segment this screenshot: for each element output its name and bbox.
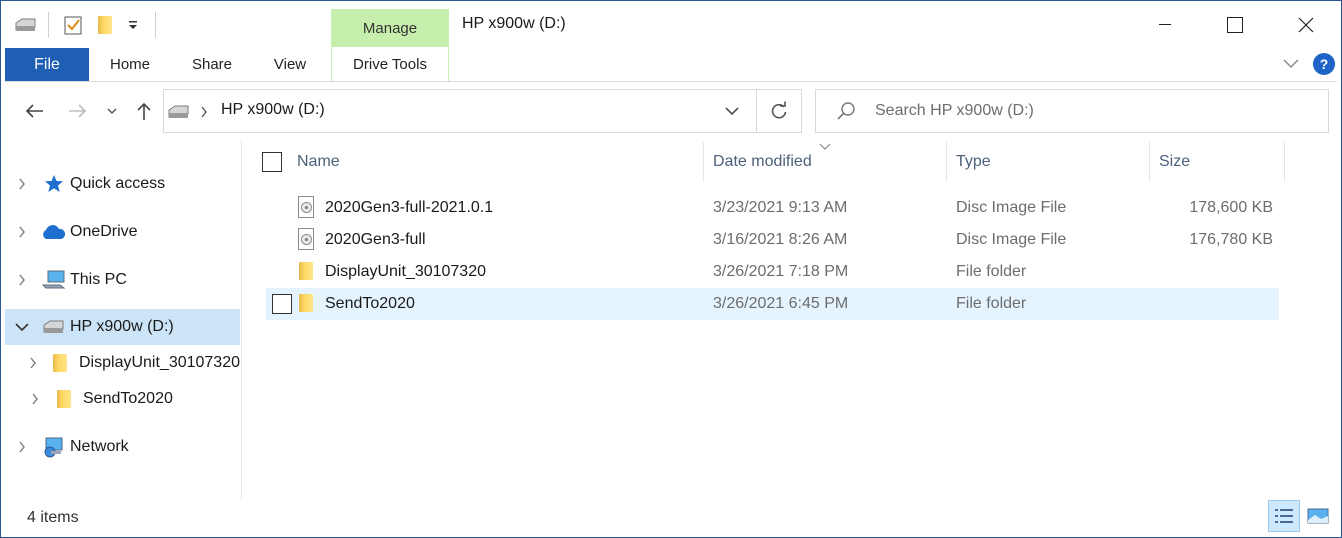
- expand-chevron-icon[interactable]: [27, 393, 43, 405]
- column-header-size[interactable]: Size: [1159, 153, 1190, 171]
- tab-file[interactable]: File: [5, 48, 89, 81]
- file-name: 2020Gen3-full: [325, 231, 426, 248]
- file-row[interactable]: SendTo2020 3/26/2021 6:45 PM File folder: [266, 288, 1279, 320]
- forward-button[interactable]: [64, 96, 92, 126]
- cloud-icon: [40, 224, 66, 240]
- sidebar-divider: [241, 140, 242, 500]
- sidebar-item-sendto2020[interactable]: SendTo2020: [5, 381, 240, 417]
- collapse-chevron-icon[interactable]: [14, 322, 30, 332]
- sidebar-item-hp-drive[interactable]: HP x900w (D:): [5, 309, 240, 345]
- drive-icon: [42, 320, 64, 334]
- file-date: 3/26/2021 7:18 PM: [713, 263, 849, 280]
- tab-view[interactable]: View: [262, 48, 318, 81]
- toolbar-separator: [155, 12, 156, 38]
- address-divider: [756, 90, 757, 132]
- network-icon: [42, 436, 66, 458]
- new-folder-icon[interactable]: [94, 14, 116, 36]
- file-type: File folder: [956, 263, 1027, 280]
- back-button[interactable]: [20, 96, 48, 126]
- maximize-button[interactable]: [1212, 5, 1258, 45]
- star-icon: [44, 174, 64, 194]
- file-row[interactable]: 2020Gen3-full 3/16/2021 8:26 AM Disc Ima…: [266, 224, 1279, 256]
- large-icons-view-button[interactable]: [1302, 500, 1334, 532]
- expand-chevron-icon[interactable]: [14, 178, 30, 190]
- drive-icon[interactable]: [14, 14, 36, 36]
- search-input[interactable]: [875, 99, 1315, 123]
- breadcrumb-chevron-icon[interactable]: [200, 105, 208, 123]
- file-date: 3/16/2021 8:26 AM: [713, 231, 848, 248]
- minimize-button[interactable]: [1142, 5, 1188, 45]
- sidebar-item-label: DisplayUnit_30107320: [79, 354, 240, 371]
- file-name: SendTo2020: [325, 295, 415, 312]
- details-view-button[interactable]: [1268, 500, 1300, 532]
- up-button[interactable]: [130, 96, 158, 126]
- disc-image-icon: [298, 228, 314, 250]
- tab-home[interactable]: Home: [100, 48, 160, 81]
- sidebar-item-network[interactable]: Network: [5, 429, 240, 465]
- column-divider[interactable]: [946, 142, 947, 182]
- sidebar-item-label: This PC: [70, 271, 127, 288]
- sidebar-item-displayunit[interactable]: DisplayUnit_30107320: [5, 345, 240, 381]
- tab-share[interactable]: Share: [183, 48, 241, 81]
- file-size: 176,780 KB: [1189, 231, 1273, 248]
- sidebar-item-quick-access[interactable]: Quick access: [5, 166, 240, 202]
- column-divider[interactable]: [1149, 142, 1150, 182]
- sidebar-item-this-pc[interactable]: This PC: [5, 262, 240, 298]
- file-type: Disc Image File: [956, 199, 1067, 216]
- window-title: HP x900w (D:): [462, 15, 566, 32]
- folder-icon: [299, 294, 313, 312]
- expand-chevron-icon[interactable]: [27, 357, 39, 369]
- file-date: 3/26/2021 6:45 PM: [713, 295, 849, 312]
- ribbon-divider: [5, 81, 1337, 82]
- select-all-checkbox[interactable]: [262, 152, 282, 172]
- close-button[interactable]: [1283, 5, 1329, 45]
- sidebar-item-label: OneDrive: [70, 223, 138, 240]
- search-icon: [836, 101, 856, 126]
- folder-icon: [57, 390, 71, 408]
- expand-chevron-icon[interactable]: [14, 441, 30, 453]
- column-header-name[interactable]: Name: [297, 153, 340, 171]
- sidebar-item-onedrive[interactable]: OneDrive: [5, 214, 240, 250]
- expand-ribbon-icon[interactable]: [1282, 56, 1300, 70]
- column-divider[interactable]: [703, 142, 704, 182]
- file-row[interactable]: DisplayUnit_30107320 3/26/2021 7:18 PM F…: [266, 256, 1279, 288]
- sidebar-item-label: HP x900w (D:): [70, 318, 174, 335]
- folder-icon: [53, 354, 67, 372]
- file-type: Disc Image File: [956, 231, 1067, 248]
- address-dropdown-icon[interactable]: [724, 104, 740, 122]
- column-divider[interactable]: [1284, 142, 1285, 182]
- column-header-type[interactable]: Type: [956, 153, 991, 171]
- file-type: File folder: [956, 295, 1027, 312]
- tab-drive-tools[interactable]: Drive Tools: [331, 48, 449, 81]
- manage-context-tab[interactable]: Manage: [331, 9, 449, 47]
- toolbar-separator: [48, 12, 49, 38]
- file-size: 178,600 KB: [1189, 199, 1273, 216]
- folder-icon: [299, 262, 313, 280]
- file-date: 3/23/2021 9:13 AM: [713, 199, 848, 216]
- sort-indicator-icon: [819, 138, 831, 156]
- disc-image-icon: [298, 196, 314, 218]
- refresh-icon[interactable]: [769, 101, 789, 126]
- properties-icon[interactable]: [62, 14, 84, 36]
- item-count: 4 items: [27, 509, 79, 526]
- customize-toolbar-icon[interactable]: [122, 14, 144, 36]
- recent-locations-button[interactable]: [100, 96, 124, 126]
- sidebar-item-label: Network: [70, 438, 129, 455]
- help-button[interactable]: ?: [1313, 53, 1335, 75]
- expand-chevron-icon[interactable]: [14, 226, 30, 238]
- computer-icon: [42, 270, 66, 290]
- sidebar-item-label: Quick access: [70, 175, 166, 192]
- breadcrumb[interactable]: HP x900w (D:): [221, 101, 325, 119]
- file-row[interactable]: 2020Gen3-full-2021.0.1 3/23/2021 9:13 AM…: [266, 192, 1279, 224]
- sidebar-item-label: SendTo2020: [83, 390, 173, 407]
- row-checkbox[interactable]: [272, 294, 292, 314]
- column-header-date-modified[interactable]: Date modified: [713, 153, 812, 171]
- file-name: DisplayUnit_30107320: [325, 263, 486, 280]
- drive-icon: [167, 105, 189, 124]
- expand-chevron-icon[interactable]: [14, 274, 30, 286]
- file-name: 2020Gen3-full-2021.0.1: [325, 199, 494, 216]
